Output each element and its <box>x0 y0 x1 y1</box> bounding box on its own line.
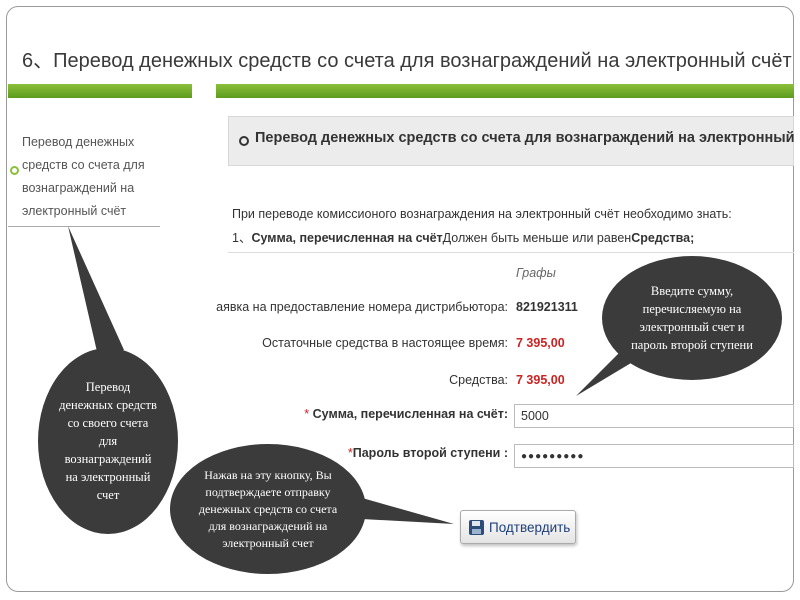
callout-left: Перевод денежных средств со своего счета… <box>38 348 178 534</box>
password-input[interactable]: ●●●●●●●●● <box>514 444 794 468</box>
info-rule: 1、Сумма, перечисленная на счётДолжен быт… <box>232 227 694 246</box>
amount-input[interactable]: 5000 <box>514 404 794 428</box>
info-text: При переводе комиссионого вознаграждения… <box>232 207 732 221</box>
confirm-button[interactable]: Подтвердить <box>460 510 576 544</box>
amount-label: * Сумма, перечисленная на счёт: <box>304 407 508 421</box>
password-label-text: Пароль второй ступени : <box>352 446 508 460</box>
slide-title: 6、Перевод денежных средств со счета для … <box>22 50 792 72</box>
callout-middle: Нажав на эту кнопку, Вы подтверждаете от… <box>170 444 366 574</box>
remaining-funds-value: 7 395,00 <box>516 336 565 350</box>
divider <box>228 252 794 253</box>
main-header-bar <box>216 84 794 98</box>
info-rule-funds: Средства <box>631 231 691 245</box>
info-rule-condition: Должен быть меньше или равен <box>442 231 632 245</box>
save-disk-icon <box>469 520 484 535</box>
required-marker: * <box>304 407 313 421</box>
bullet-icon <box>10 166 19 175</box>
funds-label: Средства: <box>449 373 508 387</box>
info-rule-suffix: ; <box>690 231 695 245</box>
callout-right: Введите сумму, перечисляемую на электрон… <box>602 256 782 380</box>
bullet-icon <box>239 136 249 146</box>
info-rule-number: 1、 <box>232 231 252 245</box>
remaining-funds-label: Остаточные средства в настоящее время: <box>262 336 508 350</box>
sidebar: Перевод денежных средств со счета для во… <box>8 84 192 234</box>
distributor-label: Заявка на предоставление номера дистрибь… <box>216 300 508 314</box>
sidebar-header-bar <box>8 84 192 98</box>
confirm-button-label: Подтвердить <box>489 520 571 535</box>
funds-value: 7 395,00 <box>516 373 565 387</box>
distributor-value: 821921311 <box>516 300 578 314</box>
column-header: Графы <box>516 266 556 280</box>
password-label: *Пароль второй ступени : <box>348 446 508 460</box>
section-title: Перевод денежных средств со счета для во… <box>255 130 794 146</box>
info-rule-amount: Сумма, перечисленная на счёт <box>251 231 443 245</box>
sidebar-item-label[interactable]: Перевод денежных средств со счета для во… <box>22 131 164 223</box>
section-header: Перевод денежных средств со счета для во… <box>228 116 794 166</box>
amount-label-text: Сумма, перечисленная на счёт: <box>312 407 508 421</box>
sidebar-item-transfer[interactable]: Перевод денежных средств со счета для во… <box>8 114 168 226</box>
sidebar-divider <box>8 226 160 227</box>
